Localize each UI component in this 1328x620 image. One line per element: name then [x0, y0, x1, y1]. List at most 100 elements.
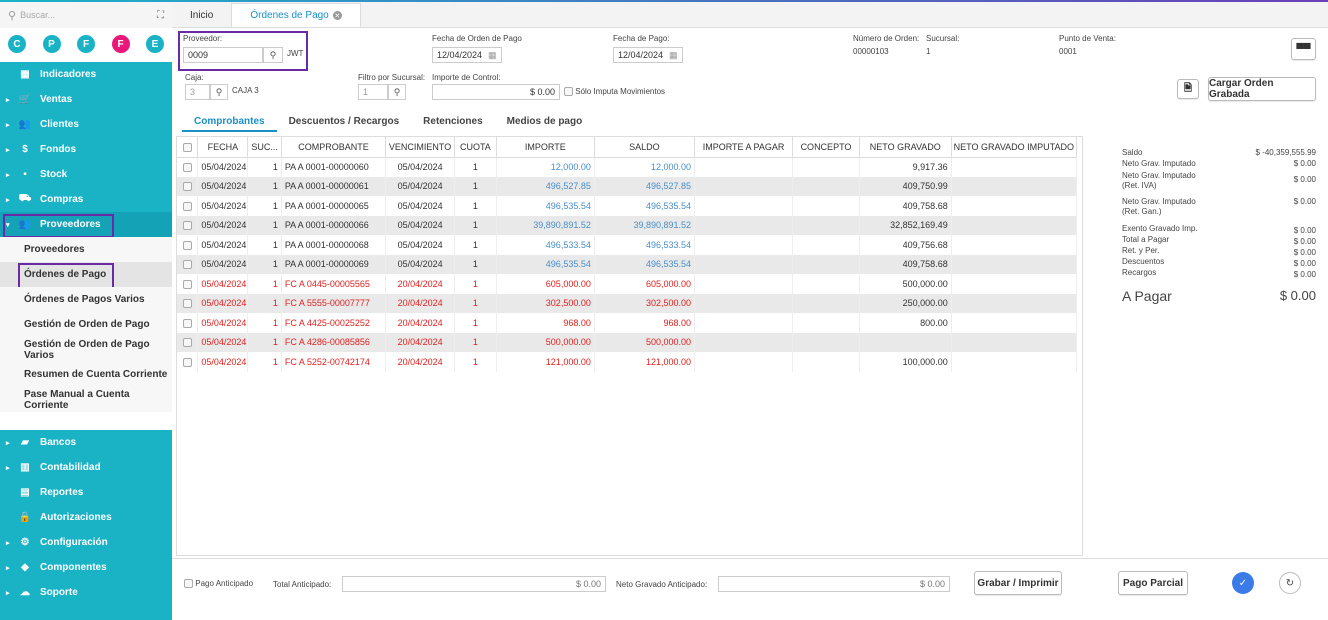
column-header-saldo[interactable]: SALDO — [594, 137, 696, 158]
row-checkbox[interactable] — [177, 157, 199, 177]
checkbox-box[interactable] — [182, 221, 192, 231]
sidebar-item-clientes[interactable]: ▸ 👥 Clientes — [0, 112, 172, 137]
sidebar-item-bancos[interactable]: ▸ ▰ Bancos — [0, 430, 172, 455]
search-input[interactable]: Buscar... — [20, 10, 55, 20]
proveedor-input[interactable]: 0009 — [183, 47, 263, 63]
shortcut-circle-e-4[interactable]: E — [146, 35, 164, 53]
checkbox-box[interactable] — [182, 142, 192, 152]
proveedor-search-button[interactable]: ⚲ — [263, 47, 283, 63]
row-checkbox[interactable] — [177, 254, 199, 274]
tab-comprobantes[interactable]: Comprobantes — [182, 116, 277, 132]
filtro-sucursal-input[interactable]: 1 — [358, 84, 388, 100]
sidebar-item-ventas[interactable]: ▸ 🛒 Ventas — [0, 87, 172, 112]
sidebar-search[interactable]: ⚲ Buscar... ⛶ — [0, 2, 172, 28]
checkbox-box[interactable] — [182, 201, 192, 211]
tab-descuentos-recargos[interactable]: Descuentos / Recargos — [277, 116, 412, 132]
table-row[interactable]: 05/04/2024 1 PA A 0001-00000069 05/04/2024 1… — [177, 254, 1078, 274]
refresh-button[interactable]: ↻ — [1279, 572, 1301, 594]
checkbox-box[interactable] — [182, 163, 192, 173]
tab-ordenes-de-pago[interactable]: Órdenes de Pago ✕ — [231, 3, 361, 27]
tab-inicio[interactable]: Inicio — [172, 3, 231, 27]
sidebar-item-componentes[interactable]: ▸ ◆ Componentes — [0, 555, 172, 580]
sidebar-item-soporte[interactable]: ▸ ☁ Soporte — [0, 580, 172, 605]
sidebar-item-autorizaciones[interactable]: 🔒 Autorizaciones — [0, 505, 172, 530]
column-header-neto-gravado-imputado[interactable]: NETO GRAVADO IMPUTADO — [951, 137, 1078, 158]
row-checkbox[interactable] — [177, 235, 199, 255]
close-tab-icon[interactable]: ✕ — [332, 11, 342, 20]
table-row[interactable]: 05/04/2024 1 PA A 0001-00000066 05/04/2024 1… — [177, 215, 1078, 235]
fecha-pago-input[interactable]: 12/04/2024 ▦ — [613, 47, 683, 63]
grabar-imprimir-button[interactable]: Grabar / Imprimir — [974, 571, 1062, 595]
table-row[interactable]: 05/04/2024 1 FC A 4286-00085856 20/04/2024 1… — [177, 332, 1078, 352]
shortcut-circle-c-0[interactable]: C — [8, 35, 26, 53]
importe-control-input[interactable]: $ 0.00 — [432, 84, 560, 100]
column-header-fecha[interactable]: FECHA — [197, 137, 249, 158]
caja-search-button[interactable]: ⚲ — [210, 84, 228, 100]
column-header-vencimiento[interactable]: VENCIMIENTO — [385, 137, 456, 158]
checkbox-box[interactable] — [182, 240, 192, 250]
row-checkbox[interactable] — [177, 196, 199, 216]
row-checkbox[interactable] — [177, 215, 199, 235]
cargar-orden-button[interactable]: Cargar Orden Grabada — [1208, 77, 1316, 101]
caja-input[interactable]: 3 — [185, 84, 210, 100]
column-header-cuota[interactable]: CUOTA — [454, 137, 497, 158]
table-row[interactable]: 05/04/2024 1 PA A 0001-00000065 05/04/2024 1… — [177, 196, 1078, 216]
pago-parcial-button[interactable]: Pago Parcial — [1118, 571, 1188, 595]
checkbox-box[interactable] — [184, 579, 193, 589]
submenu-item-pase-manual-a-cuenta-corriente[interactable]: Pase Manual a Cuenta Corriente — [0, 387, 172, 412]
table-row[interactable]: 05/04/2024 1 PA A 0001-00000068 05/04/2024 1… — [177, 235, 1078, 255]
submenu-item-ordenes-de-pagos-varios[interactable]: Órdenes de Pagos Varios — [0, 287, 172, 312]
sidebar-item-stock[interactable]: ▸ ▪ Stock — [0, 162, 172, 187]
sidebar-item-reportes[interactable]: ▤ Reportes — [0, 480, 172, 505]
expand-icon[interactable]: ⛶ — [157, 10, 164, 21]
table-row[interactable]: 05/04/2024 1 FC A 4425-00025252 20/04/2024 1… — [177, 313, 1078, 333]
row-checkbox[interactable] — [177, 274, 199, 294]
column-header-importe[interactable]: IMPORTE — [496, 137, 595, 158]
register-icon-button[interactable]: ▀▀ — [1291, 38, 1316, 60]
solo-imputa-checkbox[interactable]: Sólo Imputa Movimientos — [564, 87, 665, 97]
row-checkbox[interactable] — [177, 352, 199, 372]
sidebar-item-configuracion[interactable]: ▸ ⚙ Configuración — [0, 530, 172, 555]
submenu-item-gestion-de-orden-de-pago[interactable]: Gestión de Orden de Pago — [0, 312, 172, 337]
checkbox-box[interactable] — [182, 182, 192, 192]
shortcut-circle-f-3[interactable]: F — [111, 35, 130, 53]
checkbox-box[interactable] — [182, 357, 192, 367]
table-row[interactable]: 05/04/2024 1 FC A 0445-00005565 20/04/2024 1… — [177, 274, 1078, 294]
shortcut-circle-f-2[interactable]: F — [77, 35, 95, 53]
fecha-orden-input[interactable]: 12/04/2024 ▦ — [432, 47, 502, 63]
select-all-checkbox[interactable] — [177, 137, 199, 158]
column-header-neto-gravado[interactable]: NETO GRAVADO — [859, 137, 952, 158]
sidebar-item-compras[interactable]: ▸ ⛟ Compras — [0, 187, 172, 212]
row-checkbox[interactable] — [177, 176, 199, 196]
tab-retenciones[interactable]: Retenciones — [411, 116, 494, 132]
row-checkbox[interactable] — [177, 293, 199, 313]
table-row[interactable]: 05/04/2024 1 FC A 5555-00007777 20/04/2024 1… — [177, 293, 1078, 313]
neto-anticipado-input[interactable]: $ 0.00 — [718, 576, 950, 592]
pago-anticipado-checkbox[interactable]: Pago Anticipado — [184, 579, 253, 589]
sidebar-item-fondos[interactable]: ▸ $ Fondos — [0, 137, 172, 162]
table-row[interactable]: 05/04/2024 1 PA A 0001-00000060 05/04/2024 1… — [177, 157, 1078, 177]
sidebar-item-indicadores[interactable]: ▦ Indicadores — [0, 62, 172, 87]
column-header-comprobante[interactable]: COMPROBANTE — [281, 137, 387, 158]
tab-medios-de-pago[interactable]: Medios de pago — [495, 116, 595, 132]
calendar-icon[interactable]: ▦ — [488, 50, 497, 61]
table-row[interactable]: 05/04/2024 1 FC A 5252-00742174 20/04/2024 1… — [177, 352, 1078, 372]
checkbox-box[interactable] — [182, 338, 192, 348]
checkbox-box[interactable] — [182, 318, 192, 328]
sidebar-item-proveedores[interactable]: ▾ 👥 Proveedores — [0, 212, 172, 238]
sidebar-item-contabilidad[interactable]: ▸ ▥ Contabilidad — [0, 455, 172, 480]
checkbox-box[interactable] — [564, 87, 573, 97]
column-header-importe-a-pagar[interactable]: IMPORTE A PAGAR — [694, 137, 794, 158]
document-icon-button[interactable]: 🗎 — [1177, 79, 1199, 99]
confirm-button[interactable]: ✓ — [1232, 572, 1254, 594]
row-checkbox[interactable] — [177, 332, 199, 352]
total-anticipado-input[interactable]: $ 0.00 — [342, 576, 606, 592]
submenu-item-proveedores[interactable]: Proveedores — [0, 237, 172, 262]
checkbox-box[interactable] — [182, 279, 192, 289]
checkbox-box[interactable] — [182, 260, 192, 270]
column-header-concepto[interactable]: CONCEPTO — [792, 137, 860, 158]
filtro-search-button[interactable]: ⚲ — [388, 84, 406, 100]
submenu-item-resumen-de-cuenta-corriente[interactable]: Resumen de Cuenta Corriente — [0, 362, 172, 387]
column-header-suc[interactable]: SUC... — [247, 137, 282, 158]
shortcut-circle-p-1[interactable]: P — [42, 35, 61, 53]
